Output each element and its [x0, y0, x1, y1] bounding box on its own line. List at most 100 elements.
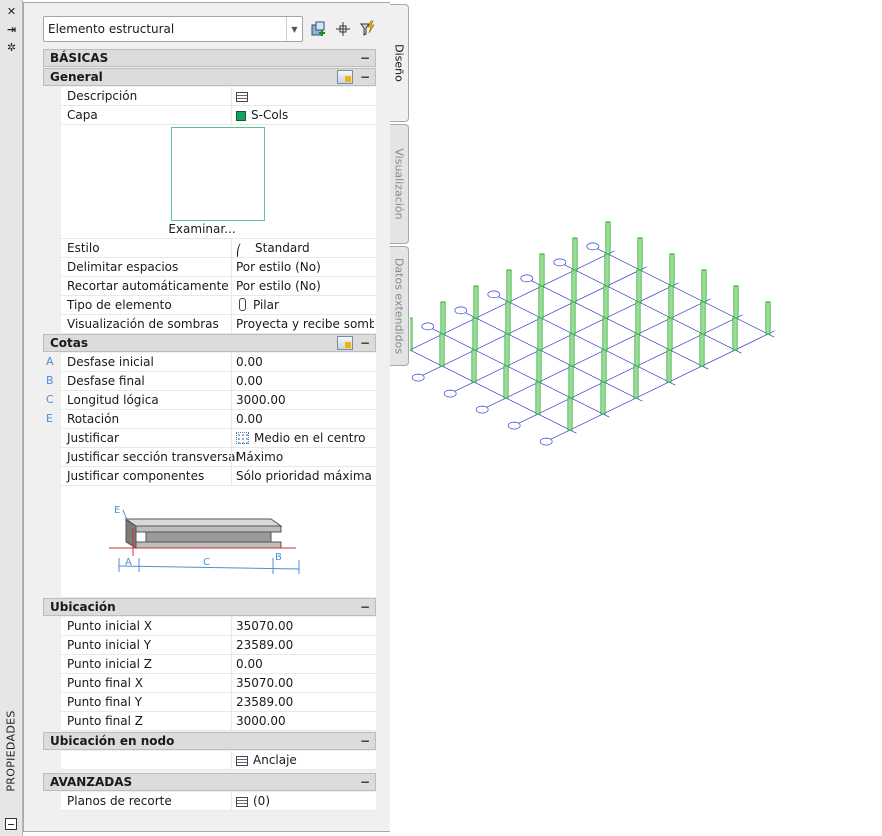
tab-visualizacion[interactable]: Visualización — [390, 124, 409, 244]
structural-column[interactable] — [538, 285, 544, 319]
tab-datos-extendidos[interactable]: Datos extendidos — [390, 246, 409, 366]
structural-column[interactable] — [439, 333, 445, 367]
row-delimitar-espacios[interactable]: Delimitar espacios Por estilo (No) — [61, 258, 376, 277]
structural-column[interactable] — [472, 317, 478, 351]
structural-column[interactable] — [634, 333, 640, 367]
row-rotacion[interactable]: E Rotación 0.00 — [46, 410, 376, 429]
row-justificar-seccion[interactable]: Justificar sección transversal Máximo — [61, 448, 376, 467]
table-icon[interactable] — [236, 797, 248, 807]
structural-column[interactable] — [635, 301, 641, 335]
section-ubicacion-nodo[interactable]: Ubicación en nodo − — [43, 732, 376, 750]
structural-column[interactable] — [440, 301, 446, 335]
collapse-icon[interactable]: − — [360, 733, 370, 749]
collapse-icon[interactable]: − — [360, 599, 370, 615]
structural-column[interactable] — [604, 253, 610, 287]
structural-column[interactable] — [605, 221, 611, 255]
structural-column[interactable] — [567, 397, 573, 431]
row-punto-final-z[interactable]: Punto final Z 3000.00 — [61, 712, 376, 731]
structural-column[interactable] — [471, 349, 477, 383]
structural-column[interactable] — [505, 301, 511, 335]
structural-column[interactable] — [503, 365, 509, 399]
section-general[interactable]: General − — [43, 68, 376, 86]
structural-column[interactable] — [504, 333, 510, 367]
close-icon[interactable]: ✕ — [4, 4, 19, 18]
structural-column[interactable] — [636, 269, 642, 303]
row-descripcion[interactable]: Descripción — [61, 87, 376, 106]
structural-column[interactable] — [536, 349, 542, 383]
pick-point-icon[interactable] — [333, 19, 353, 39]
collapse-icon[interactable]: − — [360, 774, 370, 790]
row-value: Sólo prioridad máxima — [236, 469, 372, 483]
row-punto-final-y[interactable]: Punto final Y 23589.00 — [61, 693, 376, 712]
structural-column[interactable] — [539, 253, 545, 287]
browse-button[interactable]: Examinar... — [61, 222, 343, 236]
row-estilo[interactable]: Estilo ⎛ Standard — [61, 239, 376, 258]
structural-column[interactable] — [669, 253, 675, 287]
structural-column[interactable] — [600, 381, 606, 415]
row-justificar-componentes[interactable]: Justificar componentes Sólo prioridad má… — [61, 467, 376, 486]
structural-column[interactable] — [535, 381, 541, 415]
structural-column[interactable] — [700, 301, 706, 335]
structural-column[interactable] — [569, 333, 575, 367]
add-selection-icon[interactable] — [309, 19, 329, 39]
dimension-letter: C — [46, 393, 54, 406]
row-anclaje[interactable]: Anclaje — [61, 751, 376, 770]
row-capa[interactable]: Capa S-Cols — [61, 106, 376, 125]
section-ubicacion[interactable]: Ubicación − — [43, 598, 376, 616]
structural-column[interactable] — [506, 269, 512, 303]
structural-column[interactable] — [410, 317, 413, 351]
structural-column[interactable] — [633, 365, 639, 399]
structural-column[interactable] — [571, 269, 577, 303]
row-tipo-elemento[interactable]: Tipo de elemento Pilar — [61, 296, 376, 315]
structural-column[interactable] — [601, 349, 607, 383]
row-planos-recorte[interactable]: Planos de recorte (0) — [61, 792, 376, 811]
section-cotas[interactable]: Cotas − — [43, 334, 376, 352]
row-label: Punto final Y — [67, 695, 143, 709]
object-type-selector[interactable]: Elemento estructural ▼ — [43, 16, 303, 42]
section-avanzadas[interactable]: AVANZADAS − — [43, 773, 376, 791]
quick-properties-icon[interactable] — [337, 70, 353, 84]
structural-column[interactable] — [602, 317, 608, 351]
row-punto-inicial-z[interactable]: Punto inicial Z 0.00 — [61, 655, 376, 674]
collapse-icon[interactable]: − — [360, 69, 370, 85]
row-desfase-inicial[interactable]: A Desfase inicial 0.00 — [46, 353, 376, 372]
quick-properties-icon[interactable] — [337, 336, 353, 350]
row-recortar[interactable]: Recortar automáticamente Por estilo (No) — [61, 277, 376, 296]
palette-properties-icon[interactable] — [5, 818, 17, 830]
structural-column[interactable] — [572, 237, 578, 271]
row-longitud-logica[interactable]: C Longitud lógica 3000.00 — [46, 391, 376, 410]
structural-column[interactable] — [732, 317, 738, 351]
structural-column[interactable] — [537, 317, 543, 351]
autohide-icon[interactable]: ⇥ — [4, 22, 19, 36]
structural-column[interactable] — [637, 237, 643, 271]
collapse-icon[interactable]: − — [360, 335, 370, 351]
structural-column[interactable] — [568, 365, 574, 399]
structural-column[interactable] — [668, 285, 674, 319]
structural-column[interactable] — [667, 317, 673, 351]
row-justificar[interactable]: Justificar Medio en el centro — [61, 429, 376, 448]
quick-select-icon[interactable] — [357, 19, 377, 39]
structural-column[interactable] — [666, 349, 672, 383]
row-desfase-final[interactable]: B Desfase final 0.00 — [46, 372, 376, 391]
row-sombras[interactable]: Visualización de sombras Proyecta y reci… — [61, 315, 376, 334]
structural-column[interactable] — [570, 301, 576, 335]
table-icon[interactable] — [236, 756, 248, 766]
structural-column[interactable] — [765, 301, 771, 335]
section-basicas[interactable]: BÁSICAS − — [43, 49, 376, 67]
section-title: AVANZADAS — [50, 775, 133, 789]
settings-icon[interactable]: ✲ — [4, 40, 19, 54]
row-punto-final-x[interactable]: Punto final X 35070.00 — [61, 674, 376, 693]
structural-column[interactable] — [701, 269, 707, 303]
tab-diseno[interactable]: Diseño — [390, 4, 409, 122]
structural-column[interactable] — [473, 285, 479, 319]
structural-column[interactable] — [699, 333, 705, 367]
row-punto-inicial-y[interactable]: Punto inicial Y 23589.00 — [61, 636, 376, 655]
drawing-viewport[interactable] — [410, 140, 880, 450]
palette-title-strip: ✕ ⇥ ✲ PROPIEDADES — [0, 0, 23, 836]
table-icon[interactable] — [236, 92, 248, 102]
structural-column[interactable] — [603, 285, 609, 319]
row-punto-inicial-x[interactable]: Punto inicial X 35070.00 — [61, 617, 376, 636]
collapse-icon[interactable]: − — [360, 50, 370, 66]
chevron-down-icon[interactable]: ▼ — [286, 17, 302, 41]
structural-column[interactable] — [733, 285, 739, 319]
